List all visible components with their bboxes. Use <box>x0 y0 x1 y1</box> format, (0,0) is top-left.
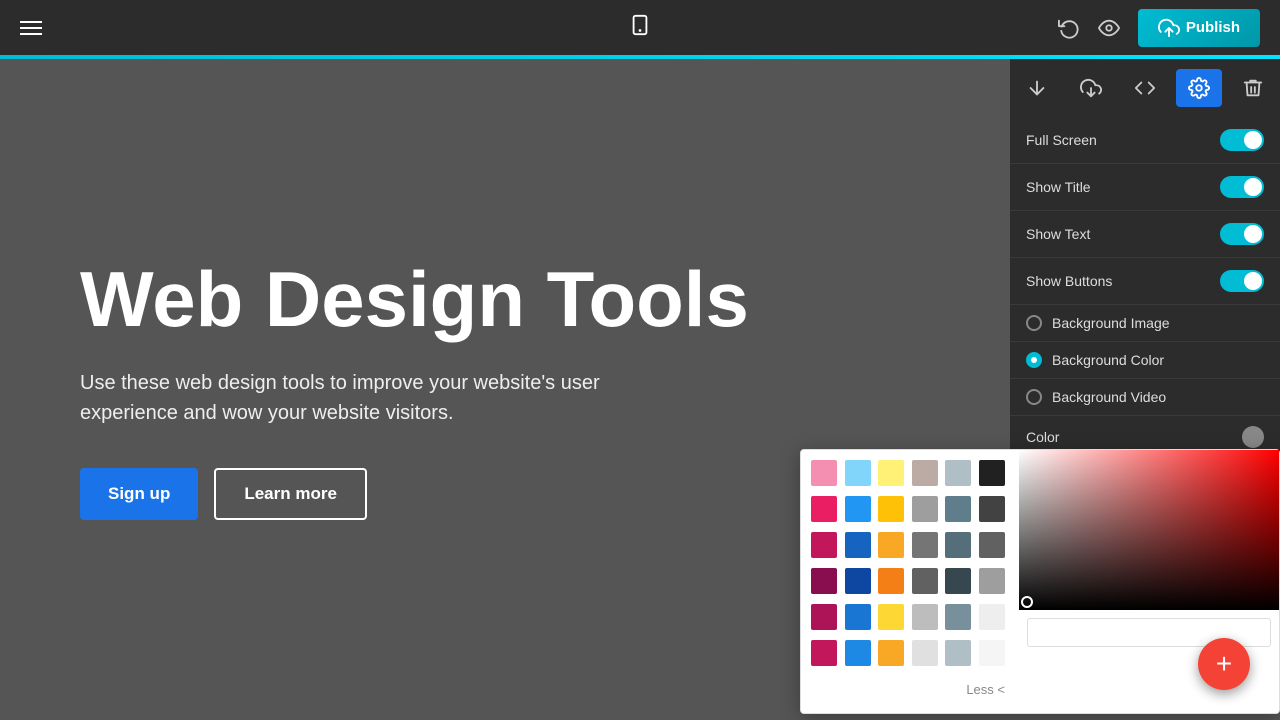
bg-image-radio[interactable] <box>1026 315 1042 331</box>
delete-icon-btn[interactable] <box>1230 69 1276 107</box>
swatch[interactable] <box>979 640 1005 666</box>
hero-text: Use these web design tools to improve yo… <box>80 368 640 428</box>
swatch[interactable] <box>945 604 971 630</box>
swatch[interactable] <box>979 460 1005 486</box>
swatch[interactable] <box>912 640 938 666</box>
full-screen-row: Full Screen <box>1010 117 1280 164</box>
code-icon-btn[interactable] <box>1122 69 1168 107</box>
bg-image-row: Background Image <box>1010 305 1280 342</box>
bg-color-label: Background Color <box>1052 352 1164 368</box>
show-buttons-label: Show Buttons <box>1026 273 1112 289</box>
show-buttons-row: Show Buttons <box>1010 258 1280 305</box>
swatch[interactable] <box>912 604 938 630</box>
full-screen-toggle[interactable] <box>1220 129 1264 151</box>
swatch[interactable] <box>878 604 904 630</box>
swatch[interactable] <box>878 460 904 486</box>
bg-video-row: Background Video <box>1010 379 1280 416</box>
swatch-grid-6 <box>811 640 1009 666</box>
canvas-area: Web Design Tools Use these web design to… <box>0 59 1280 720</box>
show-text-toggle[interactable] <box>1220 223 1264 245</box>
top-bar: Publish <box>0 0 1280 55</box>
swatch[interactable] <box>845 532 871 558</box>
swatch[interactable] <box>811 460 837 486</box>
hero-title: Web Design Tools <box>80 259 749 341</box>
preview-icon[interactable] <box>1098 17 1120 39</box>
show-title-row: Show Title <box>1010 164 1280 211</box>
bg-color-row: Background Color <box>1010 342 1280 379</box>
gradient-dark <box>1019 450 1279 610</box>
swatch[interactable] <box>878 496 904 522</box>
swatch[interactable] <box>945 568 971 594</box>
swatch[interactable] <box>979 532 1005 558</box>
show-text-label: Show Text <box>1026 226 1090 242</box>
top-bar-right: Publish <box>1058 9 1260 47</box>
top-bar-center <box>629 14 651 42</box>
hero-content: Web Design Tools Use these web design to… <box>80 259 749 521</box>
sort-icon-btn[interactable] <box>1014 69 1060 107</box>
settings-icon-btn[interactable] <box>1176 69 1222 107</box>
phone-preview-icon[interactable] <box>629 14 651 42</box>
download-icon-btn[interactable] <box>1068 69 1114 107</box>
swatch-grid-2 <box>811 496 1009 522</box>
swatch[interactable] <box>912 532 938 558</box>
settings-panel: Full Screen Show Title Show Text Show Bu… <box>1010 117 1280 458</box>
gradient-picker[interactable] <box>1019 450 1279 610</box>
swatch[interactable] <box>878 532 904 558</box>
fab-add-button[interactable]: + <box>1198 638 1250 690</box>
swatch[interactable] <box>979 604 1005 630</box>
swatch[interactable] <box>845 496 871 522</box>
swatch[interactable] <box>945 496 971 522</box>
swatch[interactable] <box>979 496 1005 522</box>
menu-icon[interactable] <box>20 21 42 35</box>
swatch[interactable] <box>811 496 837 522</box>
swatch[interactable] <box>811 568 837 594</box>
color-label: Color <box>1026 429 1059 445</box>
show-text-row: Show Text <box>1010 211 1280 258</box>
less-button[interactable]: Less < <box>811 676 1009 703</box>
swatch-grid-5 <box>811 604 1009 630</box>
swatch[interactable] <box>912 568 938 594</box>
swatch-grid-4 <box>811 568 1009 594</box>
hero-buttons: Sign up Learn more <box>80 468 749 520</box>
swatch[interactable] <box>945 460 971 486</box>
swatch[interactable] <box>811 532 837 558</box>
swatch[interactable] <box>845 604 871 630</box>
bg-video-radio[interactable] <box>1026 389 1042 405</box>
bg-color-radio[interactable] <box>1026 352 1042 368</box>
show-title-toggle[interactable] <box>1220 176 1264 198</box>
swatch[interactable] <box>945 532 971 558</box>
gradient-bg <box>1019 450 1279 610</box>
swatch-grid-1 <box>811 460 1009 486</box>
swatch[interactable] <box>811 640 837 666</box>
swatch[interactable] <box>945 640 971 666</box>
show-buttons-toggle[interactable] <box>1220 270 1264 292</box>
signup-button[interactable]: Sign up <box>80 468 198 520</box>
swatch[interactable] <box>811 604 837 630</box>
swatch-grid-3 <box>811 532 1009 558</box>
undo-icon[interactable] <box>1058 17 1080 39</box>
top-bar-left <box>20 21 42 35</box>
swatch[interactable] <box>878 640 904 666</box>
toolbar-panel: Full Screen Show Title Show Text Show Bu… <box>1010 59 1280 458</box>
swatch[interactable] <box>845 460 871 486</box>
bg-video-label: Background Video <box>1052 389 1166 405</box>
show-title-label: Show Title <box>1026 179 1091 195</box>
publish-button[interactable]: Publish <box>1138 9 1260 47</box>
swatch[interactable] <box>845 568 871 594</box>
toolbar-icons <box>1010 59 1280 117</box>
bg-image-label: Background Image <box>1052 315 1170 331</box>
publish-label: Publish <box>1186 19 1240 36</box>
swatch[interactable] <box>979 568 1005 594</box>
learn-more-button[interactable]: Learn more <box>214 468 367 520</box>
swatch[interactable] <box>845 640 871 666</box>
swatch[interactable] <box>878 568 904 594</box>
swatch[interactable] <box>912 496 938 522</box>
swatch[interactable] <box>912 460 938 486</box>
full-screen-label: Full Screen <box>1026 132 1097 148</box>
color-swatch[interactable] <box>1242 426 1264 448</box>
color-swatches: Less < <box>801 450 1019 713</box>
